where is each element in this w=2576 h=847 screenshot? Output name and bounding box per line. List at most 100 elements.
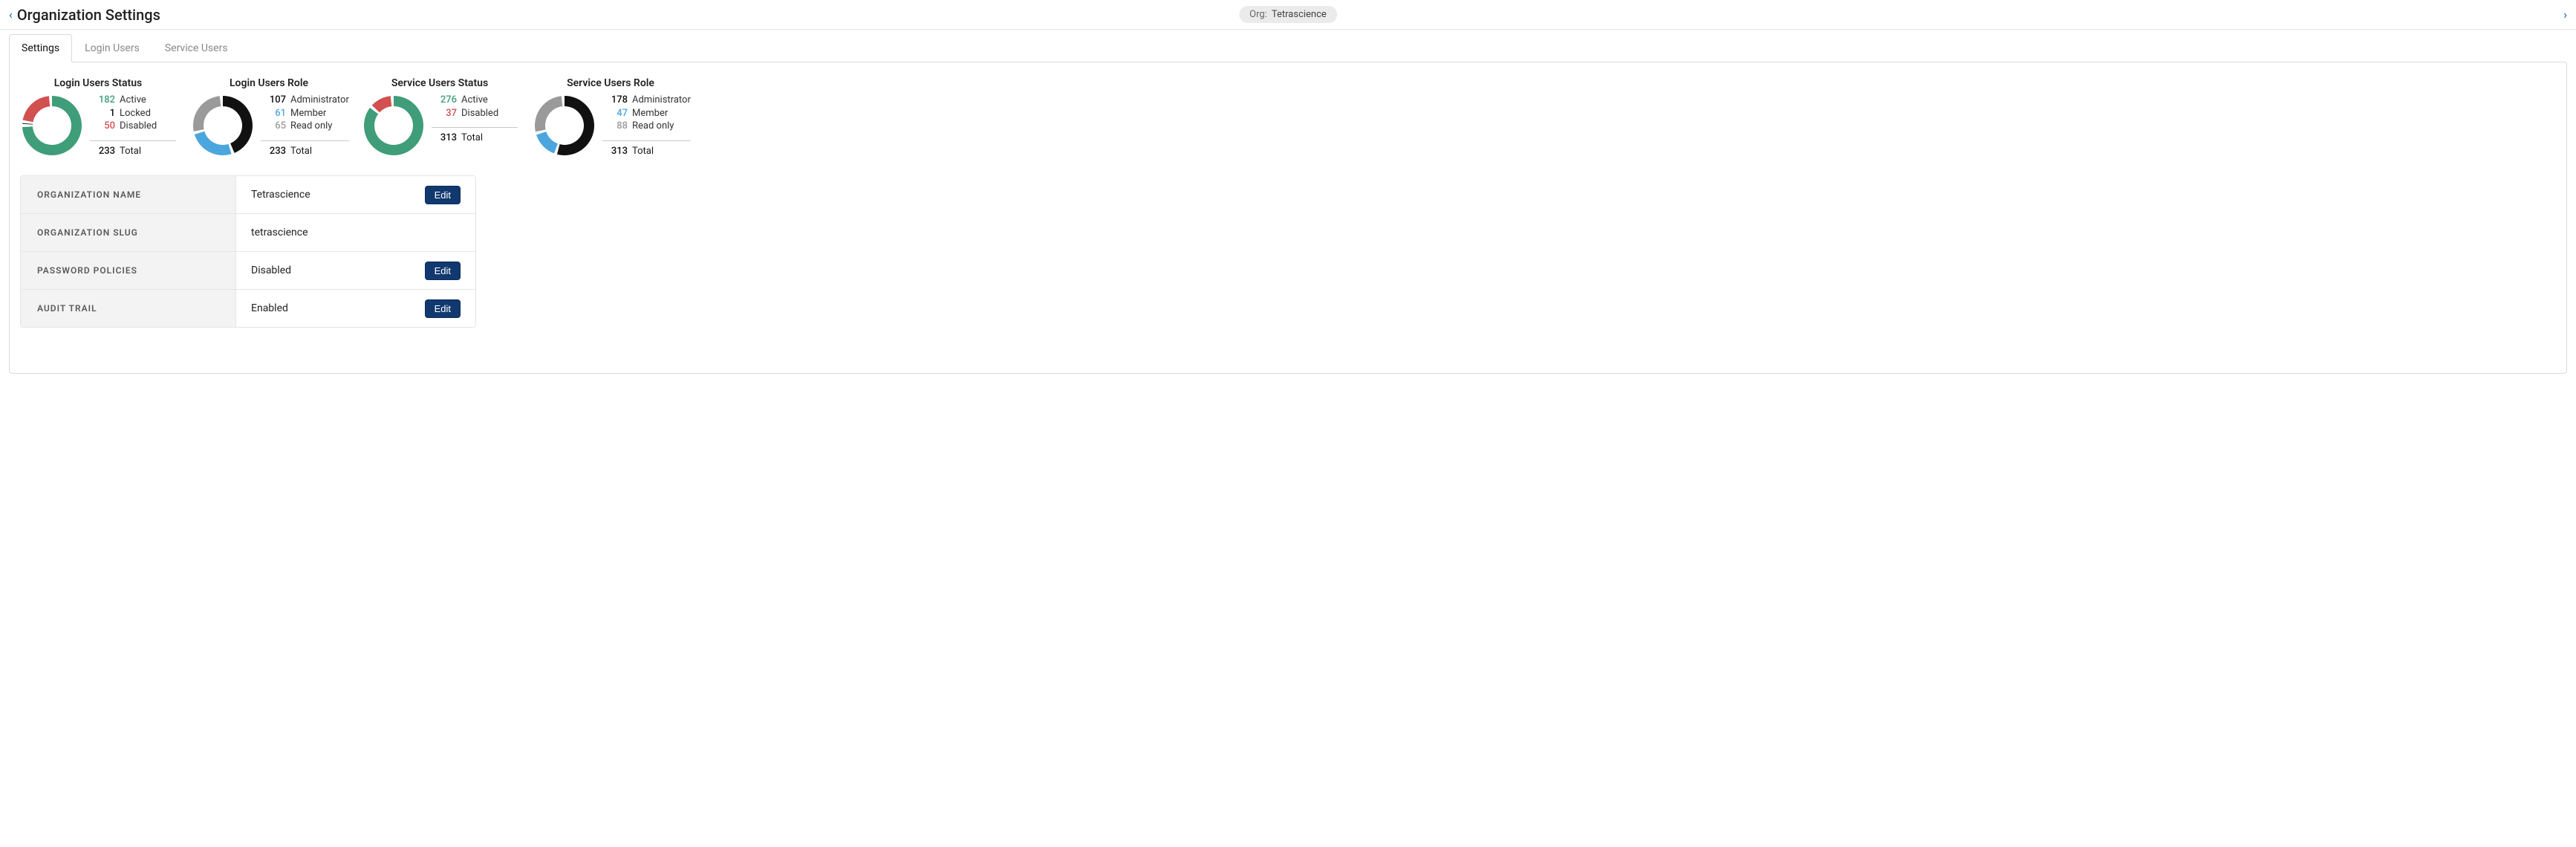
legend-label: Read only bbox=[632, 120, 674, 133]
stat-title: Service Users Role bbox=[533, 77, 689, 89]
settings-row-audit-trail: AUDIT TRAIL Enabled Edit bbox=[21, 290, 475, 327]
stat-body: 182 Active 1 Locked 50 Disabled 233 Total bbox=[20, 94, 176, 158]
stat-title: Login Users Status bbox=[20, 77, 176, 89]
legend-label: Active bbox=[120, 94, 146, 107]
org-label: Org: bbox=[1249, 9, 1267, 20]
legend-row: 1 Locked bbox=[90, 107, 176, 120]
settings-value-cell: Enabled Edit bbox=[236, 290, 475, 327]
legend-row: 107 Administrator bbox=[261, 94, 349, 107]
legend-row: 178 Administrator bbox=[602, 94, 691, 107]
legend-value: 107 bbox=[261, 94, 286, 107]
legend: 178 Administrator 47 Member 88 Read only 313 To… bbox=[602, 94, 691, 157]
legend-row: 37 Disabled bbox=[432, 107, 518, 120]
legend-value: 47 bbox=[602, 107, 628, 120]
legend-label: Read only bbox=[290, 120, 332, 133]
header-left: ‹ Organization Settings bbox=[9, 6, 160, 24]
legend-total: 313 Total bbox=[602, 140, 691, 157]
legend-total-label: Total bbox=[120, 146, 141, 157]
legend-value: 88 bbox=[602, 120, 628, 133]
legend-row: 182 Active bbox=[90, 94, 176, 107]
stat-block-login-users-role: Login Users Role 107 Administrator 61 Member… bbox=[191, 77, 347, 158]
edit-button[interactable]: Edit bbox=[425, 299, 461, 318]
stat-title: Login Users Role bbox=[191, 77, 347, 89]
tabs: SettingsLogin UsersService Users bbox=[9, 34, 2567, 62]
tab-panel-settings: Login Users Status 182 Active 1 Locked 50 Disa… bbox=[9, 62, 2567, 374]
legend-total-value: 233 bbox=[90, 146, 115, 157]
legend-value: 182 bbox=[90, 94, 115, 107]
settings-value-cell: Disabled Edit bbox=[236, 252, 475, 289]
stats-row: Login Users Status 182 Active 1 Locked 50 Disa… bbox=[20, 77, 2556, 158]
edit-button[interactable]: Edit bbox=[425, 262, 461, 280]
legend-value: 65 bbox=[261, 120, 286, 133]
legend-label: Administrator bbox=[290, 94, 349, 107]
settings-label: ORGANIZATION NAME bbox=[21, 176, 236, 213]
legend-total-label: Total bbox=[461, 132, 483, 143]
tab-settings[interactable]: Settings bbox=[9, 34, 72, 62]
stat-block-login-users-status: Login Users Status 182 Active 1 Locked 50 Disa… bbox=[20, 77, 176, 158]
legend-row: 65 Read only bbox=[261, 120, 349, 133]
donut-chart bbox=[191, 94, 255, 158]
settings-row-organization-name: ORGANIZATION NAME Tetrascience Edit bbox=[21, 176, 475, 214]
legend-label: Disabled bbox=[120, 120, 157, 133]
settings-value: Tetrascience bbox=[251, 189, 310, 201]
settings-label: AUDIT TRAIL bbox=[21, 290, 236, 327]
legend-value: 37 bbox=[432, 107, 457, 120]
legend-label: Member bbox=[290, 107, 326, 120]
legend-total-value: 233 bbox=[261, 146, 286, 157]
legend-value: 276 bbox=[432, 94, 457, 107]
edit-button[interactable]: Edit bbox=[425, 186, 461, 204]
page-title: Organization Settings bbox=[17, 6, 160, 24]
legend-label: Member bbox=[632, 107, 668, 120]
forward-chevron-icon[interactable]: › bbox=[2563, 9, 2567, 21]
page-header: ‹ Organization Settings Org: Tetrascienc… bbox=[0, 0, 2576, 30]
tab-login-users[interactable]: Login Users bbox=[72, 34, 152, 62]
content-area: SettingsLogin UsersService Users Login U… bbox=[0, 30, 2576, 847]
donut-chart bbox=[20, 94, 84, 158]
settings-table: ORGANIZATION NAMETetrascienceEditORGANIZ… bbox=[20, 175, 476, 328]
stat-body: 107 Administrator 61 Member 65 Read only 233 To… bbox=[191, 94, 347, 158]
settings-value-cell: Tetrascience Edit bbox=[236, 176, 475, 213]
back-chevron-icon[interactable]: ‹ bbox=[9, 9, 13, 21]
settings-value: Disabled bbox=[251, 265, 291, 276]
settings-value-cell: tetrascience bbox=[236, 214, 475, 251]
legend-total-value: 313 bbox=[432, 132, 457, 143]
stat-block-service-users-role: Service Users Role 178 Administrator 47 Memb… bbox=[533, 77, 689, 158]
tab-service-users[interactable]: Service Users bbox=[152, 34, 241, 62]
legend-row: 50 Disabled bbox=[90, 120, 176, 133]
donut-chart bbox=[533, 94, 596, 158]
legend: 276 Active 37 Disabled 313 Total bbox=[432, 94, 518, 143]
legend-value: 61 bbox=[261, 107, 286, 120]
legend-total-value: 313 bbox=[602, 146, 628, 157]
settings-label: ORGANIZATION SLUG bbox=[21, 214, 236, 251]
org-selector-pill[interactable]: Org: Tetrascience bbox=[1239, 6, 1337, 23]
settings-value: tetrascience bbox=[251, 227, 308, 238]
settings-value: Enabled bbox=[251, 302, 288, 314]
settings-row-password-policies: PASSWORD POLICIES Disabled Edit bbox=[21, 252, 475, 290]
legend-row: 61 Member bbox=[261, 107, 349, 120]
settings-row-organization-slug: ORGANIZATION SLUG tetrascience bbox=[21, 214, 475, 252]
legend-label: Active bbox=[461, 94, 488, 107]
legend-label: Disabled bbox=[461, 107, 498, 120]
legend-total-label: Total bbox=[632, 146, 654, 157]
donut-chart bbox=[362, 94, 426, 158]
legend: 107 Administrator 61 Member 65 Read only 233 To… bbox=[261, 94, 349, 157]
legend: 182 Active 1 Locked 50 Disabled 233 Total bbox=[90, 94, 176, 157]
legend-value: 178 bbox=[602, 94, 628, 107]
legend-value: 1 bbox=[90, 107, 115, 120]
stat-body: 276 Active 37 Disabled 313 Total bbox=[362, 94, 518, 158]
org-name: Tetrascience bbox=[1272, 9, 1327, 20]
legend-row: 47 Member bbox=[602, 107, 691, 120]
legend-row: 276 Active bbox=[432, 94, 518, 107]
legend-total: 233 Total bbox=[90, 140, 176, 157]
settings-label: PASSWORD POLICIES bbox=[21, 252, 236, 289]
legend-row: 88 Read only bbox=[602, 120, 691, 133]
stat-body: 178 Administrator 47 Member 88 Read only 313 To… bbox=[533, 94, 689, 158]
legend-total: 233 Total bbox=[261, 140, 349, 157]
legend-label: Administrator bbox=[632, 94, 691, 107]
legend-total: 313 Total bbox=[432, 127, 518, 143]
stat-block-service-users-status: Service Users Status276Active37Disabled3… bbox=[362, 77, 518, 158]
stat-title: Service Users Status bbox=[362, 77, 518, 89]
legend-label: Locked bbox=[120, 107, 151, 120]
legend-total-label: Total bbox=[290, 146, 312, 157]
legend-value: 50 bbox=[90, 120, 115, 133]
